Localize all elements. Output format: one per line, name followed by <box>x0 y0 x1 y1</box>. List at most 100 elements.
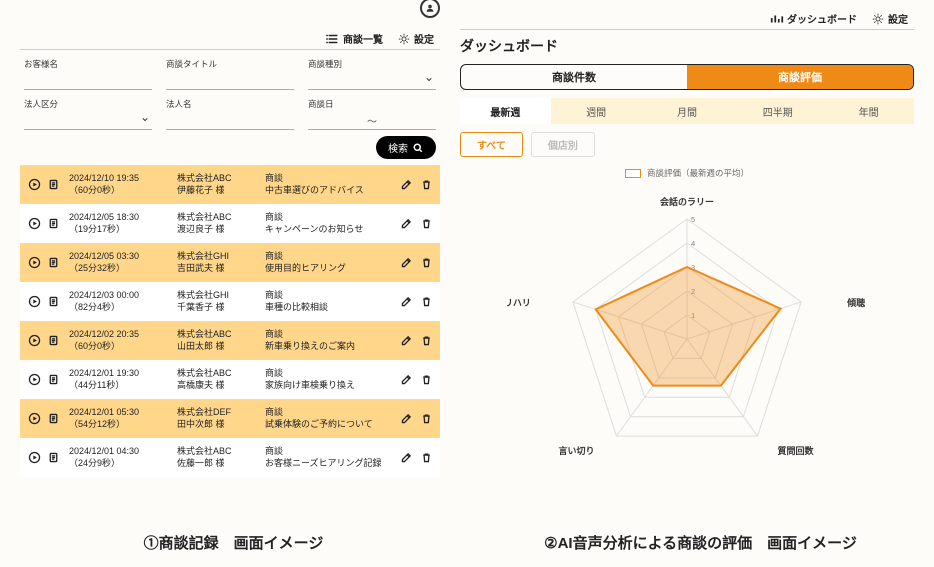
edit-button[interactable] <box>398 177 414 193</box>
legend-label: 商談評価（最新週の平均） <box>647 167 749 179</box>
corp-name-input[interactable] <box>166 112 294 130</box>
play-button[interactable] <box>26 372 42 388</box>
period-tab[interactable]: 年間 <box>823 98 914 124</box>
account-avatar-icon[interactable] <box>420 0 440 18</box>
deal-title: 商談使用目的ヒアリング <box>265 251 390 274</box>
deal-company: 株式会社ABC高橋康夫 様 <box>177 368 257 391</box>
delete-button[interactable] <box>418 450 434 466</box>
period-tab[interactable]: 月間 <box>642 98 733 124</box>
deal-title: 商談中古車選びのアドバイス <box>265 173 390 196</box>
document-button[interactable] <box>45 216 61 232</box>
delete-button[interactable] <box>418 177 434 193</box>
list-icon <box>326 32 340 46</box>
delete-button[interactable] <box>418 255 434 271</box>
deal-company: 株式会社ABC渡辺良子 様 <box>177 212 257 235</box>
document-button[interactable] <box>45 372 61 388</box>
deal-row[interactable]: 2024/12/01 05:30（54分12秒）株式会社DEF田中次郎 様商談試… <box>20 399 440 438</box>
corp-type-select[interactable] <box>24 112 152 130</box>
deal-row[interactable]: 2024/12/05 18:30（19分17秒） 株式会社ABC渡辺良子 様商談キ… <box>20 204 440 243</box>
gear-icon <box>871 12 885 26</box>
document-button[interactable] <box>45 411 61 427</box>
delete-button[interactable] <box>418 372 434 388</box>
delete-button[interactable] <box>418 333 434 349</box>
deal-datetime: 2024/12/02 20:35（60分0秒） <box>69 329 169 352</box>
document-button[interactable] <box>45 294 61 310</box>
document-button[interactable] <box>45 177 61 193</box>
deal-title: 商談新車乗り換えのご案内 <box>265 329 390 352</box>
label-title: 商談タイトル <box>166 58 294 70</box>
search-filters: お客様名 商談タイトル 商談種別 法人区分 法人名 商談日～ <box>20 50 440 136</box>
deal-company: 株式会社GHI吉田武夫 様 <box>177 251 257 274</box>
metric-toggle-option[interactable]: 商談評価 <box>687 65 913 89</box>
period-tab[interactable]: 週間 <box>551 98 642 124</box>
deal-title: 商談キャンペーンのお知らせ <box>265 212 390 235</box>
deal-company: 株式会社ABC佐藤一郎 様 <box>177 446 257 469</box>
document-button[interactable] <box>45 333 61 349</box>
nav-dashboard[interactable]: ダッシュボード <box>770 11 857 26</box>
deal-title: 商談お客様ニーズヒアリング記録 <box>265 446 390 469</box>
play-button[interactable] <box>26 255 42 271</box>
edit-button[interactable] <box>398 255 414 271</box>
play-button[interactable] <box>26 450 42 466</box>
nav-settings[interactable]: 設定 <box>871 11 908 26</box>
edit-button[interactable] <box>398 294 414 310</box>
radar-chart: 12345会話のラリー傾聴質問回数言い切りメリハリ <box>460 179 914 518</box>
deal-company: 株式会社ABC伊藤花子 様 <box>177 173 257 196</box>
deal-row[interactable]: 2024/12/02 20:35（60分0秒）株式会社ABC山田太郎 様商談新車… <box>20 321 440 360</box>
edit-button[interactable] <box>398 216 414 232</box>
caption-left: ①商談記録 画面イメージ <box>0 532 467 553</box>
deal-row[interactable]: 2024/12/01 04:30（24分9秒）株式会社ABC佐藤一郎 様商談お客… <box>20 438 440 477</box>
svg-text:メリハリ: メリハリ <box>507 298 531 308</box>
deal-company: 株式会社DEF田中次郎 様 <box>177 407 257 430</box>
edit-button[interactable] <box>398 411 414 427</box>
left-nav: 商談一覧 設定 <box>20 28 440 50</box>
delete-button[interactable] <box>418 411 434 427</box>
deal-datetime: 2024/12/10 19:35（60分0秒） <box>69 173 169 196</box>
play-button[interactable] <box>26 333 42 349</box>
period-tab[interactable]: 四半期 <box>732 98 823 124</box>
nav-settings[interactable]: 設定 <box>397 31 434 46</box>
play-button[interactable] <box>26 411 42 427</box>
caption-right: ②AI音声分析による商談の評価 画面イメージ <box>467 532 934 553</box>
gear-icon <box>397 32 411 46</box>
dashboard-icon <box>770 12 784 26</box>
deal-datetime: 2024/12/03 00:00（82分4秒） <box>69 290 169 313</box>
search-icon <box>412 142 424 154</box>
deal-row[interactable]: 2024/12/01 19:30（44分11秒）株式会社ABC高橋康夫 様商談家… <box>20 360 440 399</box>
filter-chip[interactable]: すべて <box>460 132 523 157</box>
date-range-input[interactable]: ～ <box>308 112 436 130</box>
deal-row[interactable]: 2024/12/10 19:35（60分0秒） 株式会社ABC伊藤花子 様商談中古… <box>20 165 440 204</box>
svg-text:4: 4 <box>691 239 695 248</box>
deal-datetime: 2024/12/05 18:30（19分17秒） <box>69 212 169 235</box>
delete-button[interactable] <box>418 294 434 310</box>
play-button[interactable] <box>26 177 42 193</box>
nav-deals-list[interactable]: 商談一覧 <box>326 31 383 46</box>
svg-text:言い切り: 言い切り <box>558 445 594 456</box>
period-tab[interactable]: 最新週 <box>460 98 551 124</box>
deal-row[interactable]: 2024/12/03 00:00（82分4秒）株式会社GHI千葉香子 様商談車種… <box>20 282 440 321</box>
filter-chips: すべて個店別 <box>460 132 914 157</box>
title-input[interactable] <box>166 72 294 90</box>
deal-datetime: 2024/12/05 03:30（25分32秒） <box>69 251 169 274</box>
edit-button[interactable] <box>398 372 414 388</box>
edit-button[interactable] <box>398 333 414 349</box>
label-corp-type: 法人区分 <box>24 98 152 110</box>
document-button[interactable] <box>45 255 61 271</box>
metric-toggle-option[interactable]: 商談件数 <box>461 65 687 89</box>
deal-row[interactable]: 2024/12/05 03:30（25分32秒） 株式会社GHI吉田武夫 様商談使… <box>20 243 440 282</box>
label-customer: お客様名 <box>24 58 152 70</box>
kind-select[interactable] <box>308 72 436 90</box>
search-button[interactable]: 検索 <box>376 136 436 159</box>
edit-button[interactable] <box>398 450 414 466</box>
delete-button[interactable] <box>418 216 434 232</box>
play-button[interactable] <box>26 216 42 232</box>
legend-swatch <box>625 169 641 178</box>
deal-title: 商談試乗体験のご予約について <box>265 407 390 430</box>
dashboard-title: ダッシュボード <box>460 36 914 56</box>
label-corp-name: 法人名 <box>166 98 294 110</box>
filter-chip[interactable]: 個店別 <box>531 132 595 157</box>
customer-input[interactable] <box>24 72 152 90</box>
right-nav: ダッシュボード 設定 <box>460 8 914 30</box>
document-button[interactable] <box>45 450 61 466</box>
play-button[interactable] <box>26 294 42 310</box>
